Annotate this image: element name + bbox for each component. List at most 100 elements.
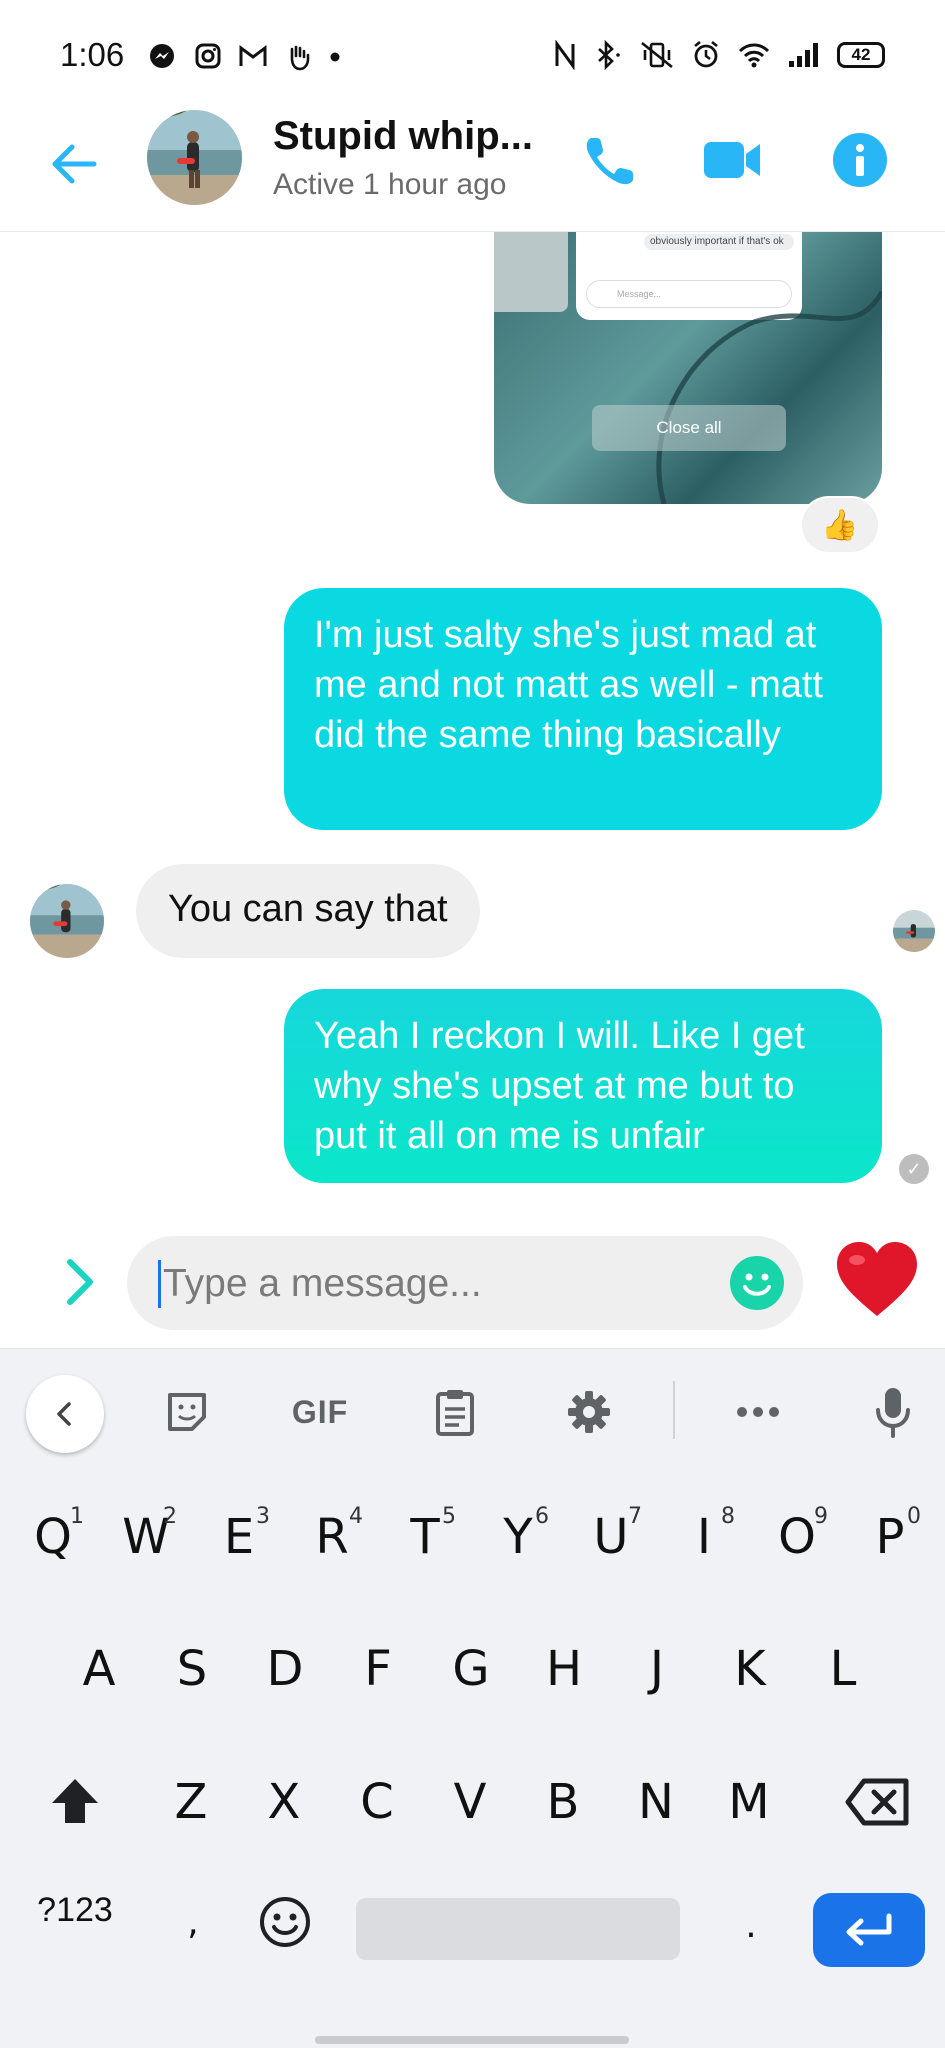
space-key[interactable] <box>356 1898 680 1960</box>
beach-photo-avatar-image <box>30 884 104 958</box>
key-j[interactable]: J <box>612 1614 702 1724</box>
key-label: P <box>875 1509 905 1565</box>
key-label: N <box>638 1774 674 1830</box>
key-p[interactable]: P0 <box>845 1482 935 1592</box>
key-label: K <box>734 1641 766 1697</box>
thumbs-up-reaction[interactable]: 👍 <box>800 496 880 554</box>
key-m[interactable]: M <box>704 1747 794 1857</box>
sent-checkmark-icon: ✓ <box>899 1154 929 1184</box>
emoji-button[interactable] <box>730 1256 784 1310</box>
key-h[interactable]: H <box>519 1614 609 1724</box>
key-label: J <box>649 1641 665 1697</box>
hand-notification-icon <box>290 45 310 71</box>
key-s[interactable]: S <box>147 1614 237 1724</box>
key-label: T <box>410 1509 440 1565</box>
key-number-hint: 7 <box>628 1504 642 1529</box>
key-y[interactable]: Y6 <box>473 1482 563 1592</box>
keyboard-settings-button[interactable] <box>564 1387 614 1437</box>
conversation-info-button[interactable] <box>830 130 894 190</box>
battery-indicator: 42 <box>837 42 885 68</box>
key-u[interactable]: U7 <box>566 1482 656 1592</box>
message-input[interactable]: Type a message... <box>127 1236 803 1330</box>
key-q[interactable]: Q1 <box>8 1482 98 1592</box>
keyboard-collapse-button[interactable] <box>26 1375 104 1453</box>
microphone-icon <box>876 1388 910 1438</box>
read-receipt-avatar <box>893 910 935 952</box>
key-number-hint: 1 <box>70 1504 84 1529</box>
key-label: G <box>452 1641 490 1697</box>
key-label: E <box>223 1509 255 1565</box>
send-heart-button[interactable] <box>833 1238 921 1320</box>
gesture-navigation-bar[interactable] <box>315 2036 629 2044</box>
video-call-button[interactable] <box>700 130 764 190</box>
vibrate-off-icon <box>641 41 673 69</box>
key-x[interactable]: X <box>239 1747 329 1857</box>
period-key[interactable]: . <box>706 1880 796 1970</box>
symbols-key[interactable]: ?123 <box>20 1868 130 1952</box>
shift-key[interactable] <box>30 1747 120 1857</box>
voice-call-button[interactable] <box>577 130 641 190</box>
more-options-button[interactable] <box>733 1387 783 1437</box>
key-a[interactable]: A <box>54 1614 144 1724</box>
key-w[interactable]: W2 <box>101 1482 191 1592</box>
outgoing-message-bubble[interactable]: I'm just salty she's just mad at me and … <box>284 588 882 830</box>
comma-key[interactable]: , <box>148 1877 238 1967</box>
key-o[interactable]: O9 <box>752 1482 842 1592</box>
messenger-notification-icon <box>150 44 174 68</box>
key-f[interactable]: F <box>333 1614 423 1724</box>
gif-button[interactable]: GIF <box>282 1387 358 1437</box>
key-label: O <box>778 1509 816 1565</box>
expand-actions-button[interactable] <box>60 1256 100 1308</box>
smiley-icon <box>260 1897 310 1947</box>
keyboard-toolbar: GIF <box>0 1349 945 1469</box>
enter-key[interactable] <box>813 1893 925 1967</box>
clipboard-button[interactable] <box>430 1387 480 1437</box>
key-d[interactable]: D <box>240 1614 330 1724</box>
key-number-hint: 9 <box>814 1504 828 1529</box>
key-v[interactable]: V <box>425 1747 515 1857</box>
voice-input-button[interactable] <box>868 1387 918 1438</box>
key-label: Q <box>34 1509 72 1565</box>
sender-avatar[interactable] <box>30 884 104 958</box>
back-button[interactable] <box>46 136 102 192</box>
backspace-key[interactable] <box>823 1747 933 1857</box>
key-g[interactable]: G <box>426 1614 516 1724</box>
key-b[interactable]: B <box>518 1747 608 1857</box>
sticker-icon <box>168 1393 206 1431</box>
gif-label: GIF <box>291 1393 349 1430</box>
text-cursor <box>158 1260 161 1308</box>
video-camera-icon <box>704 142 760 178</box>
alarm-icon <box>694 40 718 68</box>
key-i[interactable]: I8 <box>659 1482 749 1592</box>
nfc-icon <box>555 40 575 70</box>
key-l[interactable]: L <box>798 1614 888 1724</box>
contact-name[interactable]: Stupid whip... <box>273 114 533 159</box>
key-label: L <box>829 1641 857 1697</box>
key-t[interactable]: T5 <box>380 1482 470 1592</box>
conversation-header: Stupid whip... Active 1 hour ago <box>0 110 945 232</box>
cellular-signal-icon <box>789 43 818 67</box>
key-label: H <box>545 1641 583 1697</box>
screenshot-wave-shape <box>656 290 882 504</box>
key-k[interactable]: K <box>705 1614 795 1724</box>
shared-screenshot-image[interactable]: obviously important if that's ok Message… <box>494 232 882 504</box>
emoji-key[interactable] <box>240 1877 330 1967</box>
contact-avatar[interactable] <box>147 110 242 205</box>
smiley-icon <box>743 1273 771 1296</box>
outgoing-message-bubble[interactable]: Yeah I reckon I will. Like I get why she… <box>284 989 882 1183</box>
heart-icon <box>837 1242 917 1316</box>
sticker-button[interactable] <box>162 1387 212 1437</box>
key-r[interactable]: R4 <box>287 1482 377 1592</box>
beach-photo-avatar-image <box>893 910 935 952</box>
contact-active-status: Active 1 hour ago <box>273 168 507 201</box>
key-n[interactable]: N <box>611 1747 701 1857</box>
key-c[interactable]: C <box>332 1747 422 1857</box>
key-number-hint: 4 <box>349 1504 363 1529</box>
system-status-icons: 42 <box>553 40 885 70</box>
key-label: A <box>82 1641 116 1697</box>
key-label: Z <box>174 1774 208 1830</box>
incoming-message-bubble[interactable]: You can say that <box>136 864 480 958</box>
gear-icon <box>568 1391 610 1433</box>
key-z[interactable]: Z <box>146 1747 236 1857</box>
key-e[interactable]: E3 <box>194 1482 284 1592</box>
